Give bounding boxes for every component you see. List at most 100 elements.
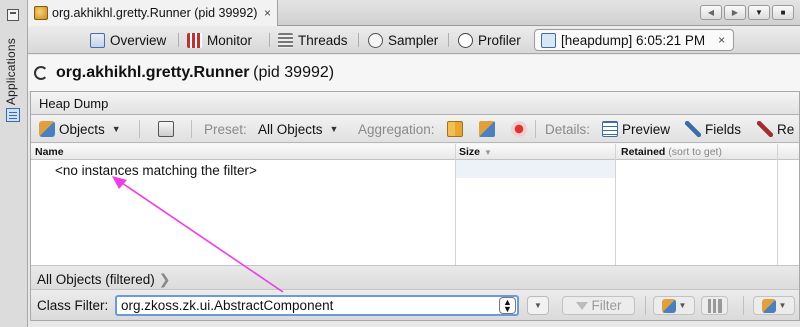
preset-label-text: Preset: <box>204 121 247 137</box>
profiler-icon <box>458 32 473 48</box>
overview-icon <box>90 32 105 48</box>
column-size-header[interactable]: Size ▼ <box>459 146 492 158</box>
tab-divider <box>178 33 179 47</box>
save-icon <box>158 121 174 137</box>
column-divider[interactable] <box>777 144 778 265</box>
toolbar-separator <box>191 120 192 138</box>
page-title: org.akhikhl.gretty.Runner (pid 39992) <box>28 55 800 91</box>
packages-icon <box>447 121 463 137</box>
aggregation-classes-button[interactable] <box>479 119 495 139</box>
tab-monitor[interactable]: Monitor <box>187 29 252 51</box>
preview-toggle[interactable]: Preview <box>602 119 670 139</box>
scroll-left-button[interactable]: ◀ <box>700 5 722 20</box>
scroll-right-button[interactable]: ▶ <box>724 5 746 20</box>
filter-history-stepper[interactable]: ▲ ▼ <box>499 297 516 314</box>
tab-divider <box>448 33 449 47</box>
tab-profiler[interactable]: Profiler <box>458 29 521 51</box>
filter-button-label: Filter <box>591 298 622 313</box>
objects-label: Objects <box>59 121 105 137</box>
process-pid: (pid 39992) <box>253 64 335 81</box>
details-label: Details: <box>545 119 590 139</box>
references-icon <box>757 121 773 137</box>
instances-icon <box>511 121 527 137</box>
objects-icon <box>39 121 55 137</box>
breadcrumb: All Objects (filtered) ❯ <box>31 265 799 289</box>
panel-header: Heap Dump <box>31 92 799 115</box>
column-size-label: Size <box>459 146 481 158</box>
minimize-panel-icon[interactable] <box>7 9 19 21</box>
tab-overview-label: Overview <box>110 32 167 48</box>
objects-dropdown[interactable]: Objects ▼ <box>39 119 121 139</box>
tab-overview[interactable]: Overview <box>90 29 166 51</box>
classes-icon <box>479 121 495 137</box>
classes-icon <box>661 298 676 313</box>
column-name-header[interactable]: Name <box>35 146 64 158</box>
funnel-icon <box>575 301 588 310</box>
heap-dump-panel: Heap Dump Objects ▼ Preset: All Objects … <box>30 91 800 321</box>
fields-icon <box>685 121 701 137</box>
close-heapdump-tab-icon[interactable]: × <box>718 33 725 47</box>
tab-heapdump-label: [heapdump] 6:05:21 PM <box>561 32 706 48</box>
selected-cell-highlight <box>456 160 615 178</box>
toolbar-separator <box>535 120 536 138</box>
fields-toggle[interactable]: Fields <box>685 119 741 139</box>
toolbar-separator <box>645 296 646 315</box>
applications-panel-label[interactable]: Applications <box>4 38 18 105</box>
filter-button[interactable]: Filter <box>562 296 635 315</box>
table-header: Name Size ▼ Retained (sort to get) <box>31 144 799 160</box>
class-filter-input[interactable]: org.zkoss.zk.ui.AbstractComponent <box>115 295 519 316</box>
class-filter-label: Class Filter: <box>37 298 109 313</box>
column-retained-label: Retained <box>621 146 666 158</box>
preview-label: Preview <box>622 121 671 137</box>
document-tab[interactable]: org.akhikhl.gretty.Runner (pid 39992) × <box>28 0 278 26</box>
applications-icon[interactable] <box>6 108 20 122</box>
document-tab-title: org.akhikhl.gretty.Runner (pid 39992) <box>52 6 258 20</box>
preset-label: Preset: <box>204 119 247 139</box>
aggregation-packages-button[interactable] <box>447 119 463 139</box>
sort-descending-icon: ▼ <box>484 148 492 157</box>
view-options-dropdown[interactable]: ▼ <box>753 296 795 315</box>
tab-heapdump[interactable]: [heapdump] 6:05:21 PM × <box>534 29 735 51</box>
java-app-icon <box>34 6 48 20</box>
references-toggle[interactable]: Re <box>757 119 794 139</box>
tab-list-button[interactable]: ▼ <box>748 5 770 20</box>
maximize-button[interactable]: ■ <box>772 5 794 20</box>
filter-options-dropdown[interactable]: ▼ <box>527 296 549 315</box>
empty-table-message: <no instances matching the filter> <box>55 163 257 178</box>
close-tab-icon[interactable]: × <box>264 6 271 20</box>
toolbar-separator <box>743 296 744 315</box>
toolbar-separator <box>139 120 140 138</box>
retained-hint: (sort to get) <box>668 146 722 158</box>
column-retained-header[interactable]: Retained (sort to get) <box>621 146 722 158</box>
tab-threads[interactable]: Threads <box>278 29 348 51</box>
tab-profiler-label: Profiler <box>478 32 521 48</box>
tab-monitor-label: Monitor <box>207 32 253 48</box>
chart-button[interactable] <box>701 296 728 315</box>
heap-toolbar: Objects ▼ Preset: All Objects ▼ Aggregat… <box>31 115 799 143</box>
view-options-icon <box>761 298 776 313</box>
aggregation-label: Aggregation: <box>358 119 435 139</box>
preset-value: All Objects <box>258 121 323 137</box>
bar-chart-icon <box>707 298 722 313</box>
tab-divider <box>358 33 359 47</box>
monitor-icon <box>187 32 202 48</box>
aggregation-instances-button[interactable] <box>511 119 527 139</box>
class-filter-bar: Class Filter: org.zkoss.zk.ui.AbstractCo… <box>31 289 799 320</box>
filter-type-dropdown[interactable]: ▼ <box>653 296 695 315</box>
window-controls: ◀ ▶ ▼ ■ <box>700 5 794 20</box>
save-heapdump-button[interactable] <box>158 119 174 139</box>
preset-select[interactable]: All Objects ▼ <box>258 119 338 139</box>
tab-sampler-label: Sampler <box>388 32 439 48</box>
tab-divider <box>269 33 270 47</box>
aggregation-label-text: Aggregation: <box>358 121 435 137</box>
fields-label: Fields <box>705 121 742 137</box>
tab-threads-label: Threads <box>298 32 348 48</box>
tab-sampler[interactable]: Sampler <box>368 29 438 51</box>
breadcrumb-item[interactable]: All Objects (filtered) <box>37 272 155 287</box>
left-sidebar: Applications <box>0 0 28 327</box>
sampler-icon <box>368 32 383 48</box>
loading-spinner-icon <box>34 66 48 80</box>
heapdump-icon <box>541 32 556 48</box>
view-tabs: Overview Monitor Threads Sampler Profile… <box>28 26 800 54</box>
column-divider[interactable] <box>615 144 616 265</box>
